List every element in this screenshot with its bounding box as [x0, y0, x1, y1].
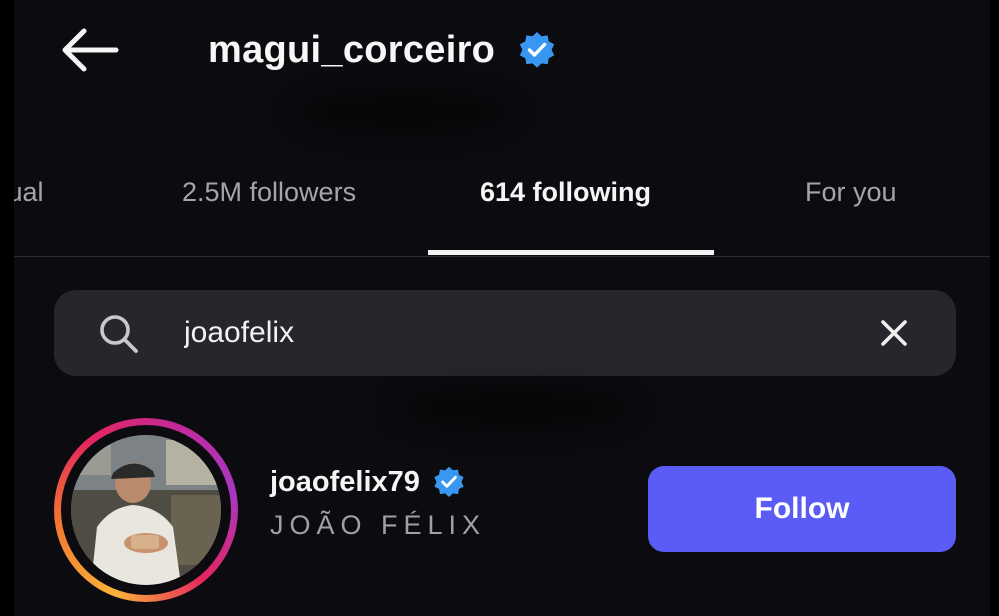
- blur-artifact: [294, 92, 514, 132]
- username[interactable]: joaofelix79: [270, 466, 420, 499]
- verified-badge-icon: [432, 465, 466, 499]
- avatar: [71, 435, 221, 585]
- tab-following[interactable]: 614 following: [480, 172, 651, 212]
- tab-followers[interactable]: 2.5M followers: [182, 172, 356, 212]
- back-arrow-icon[interactable]: [54, 22, 124, 78]
- active-tab-indicator: [428, 250, 714, 255]
- list-item[interactable]: joaofelix79 JOÃO FÉLIX Follow: [14, 410, 990, 610]
- story-ring[interactable]: [54, 418, 238, 602]
- tab-mutual[interactable]: tual: [14, 172, 44, 212]
- search-icon: [96, 311, 142, 357]
- user-info: joaofelix79 JOÃO FÉLIX: [270, 462, 486, 541]
- following-screen: magui_corceiro tual 2.5M followers 614 f…: [14, 0, 990, 616]
- full-name: JOÃO FÉLIX: [270, 510, 487, 540]
- tab-for-you[interactable]: For you: [805, 172, 897, 212]
- search-bar: [54, 290, 956, 376]
- verified-badge-icon: [517, 30, 557, 70]
- tabs-divider: [14, 256, 990, 257]
- tab-bar: tual 2.5M followers 614 following For yo…: [14, 150, 990, 258]
- search-input[interactable]: [184, 310, 844, 356]
- page-title: magui_corceiro: [208, 28, 496, 71]
- follow-button[interactable]: Follow: [648, 466, 956, 552]
- header: magui_corceiro: [208, 22, 557, 78]
- close-icon[interactable]: [878, 317, 910, 349]
